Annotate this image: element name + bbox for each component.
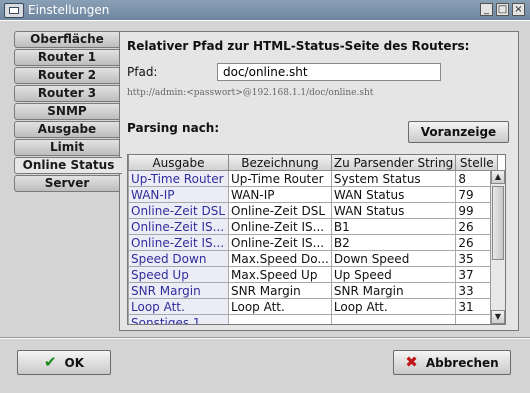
table-row[interactable]: Speed Up Max.Speed Up Up Speed 37 xyxy=(128,266,499,283)
ok-button[interactable]: ✔ OK xyxy=(17,350,111,375)
table-header-row: Ausgabe Bezeichnung Zu Parsender String … xyxy=(128,155,499,171)
table-cell[interactable]: WAN-IP xyxy=(228,186,332,203)
table-cell[interactable]: Online-Zeit IS... xyxy=(128,218,229,235)
table-cell[interactable]: Online-Zeit IS... xyxy=(128,234,229,251)
table-cell[interactable]: Loop Att. xyxy=(330,298,457,315)
table-cell[interactable]: Sonstiges 1 xyxy=(128,314,229,324)
cancel-x-icon: ✖ xyxy=(405,353,418,371)
column-header-stelle[interactable]: Stelle xyxy=(455,155,499,171)
table-cell[interactable]: Down Speed xyxy=(330,250,457,267)
parsing-table: Ausgabe Bezeichnung Zu Parsender String … xyxy=(127,154,506,325)
minimize-button[interactable]: _ xyxy=(480,3,493,16)
column-header-ausgabe[interactable]: Ausgabe xyxy=(128,155,229,171)
scroll-up-icon[interactable]: ▲ xyxy=(491,170,505,184)
footer-divider xyxy=(0,337,530,339)
path-label: Pfad: xyxy=(127,65,158,79)
table-cell[interactable]: Max.Speed Do... xyxy=(228,250,332,267)
table-cell[interactable]: B1 xyxy=(330,218,457,235)
table-cell[interactable]: WAN Status xyxy=(330,202,457,219)
table-cell[interactable]: Speed Down xyxy=(128,250,229,267)
table-cell[interactable] xyxy=(228,314,332,324)
table-cell[interactable]: SNR Margin xyxy=(128,282,229,299)
tab-snmp[interactable]: SNMP xyxy=(14,103,120,120)
table-cell[interactable]: Online-Zeit DSL xyxy=(228,202,332,219)
table-row[interactable]: Loop Att. Loop Att. Loop Att. 31 xyxy=(128,298,499,315)
tab-limit[interactable]: Limit xyxy=(14,139,120,156)
checkmark-icon: ✔ xyxy=(43,353,57,371)
tab-online-status[interactable]: Online Status xyxy=(14,157,122,174)
table-cell[interactable]: WAN Status xyxy=(330,186,457,203)
table-row[interactable]: Online-Zeit IS... Online-Zeit IS... B1 26 xyxy=(128,218,499,235)
table-cell[interactable]: Max.Speed Up xyxy=(228,266,332,283)
table-cell[interactable]: Online-Zeit IS... xyxy=(228,218,332,235)
table-cell[interactable]: Loop Att. xyxy=(228,298,332,315)
table-row[interactable]: Online-Zeit IS... Online-Zeit IS... B2 26 xyxy=(128,234,499,251)
scroll-down-icon[interactable]: ▼ xyxy=(491,310,505,324)
table-cell[interactable]: Online-Zeit IS... xyxy=(228,234,332,251)
table-cell[interactable]: Up-Time Router xyxy=(128,170,229,187)
table-row[interactable]: WAN-IP WAN-IP WAN Status 79 xyxy=(128,186,499,203)
table-cell[interactable]: SNR Margin xyxy=(228,282,332,299)
table-row[interactable]: Online-Zeit DSL Online-Zeit DSL WAN Status… xyxy=(128,202,499,219)
table-cell[interactable]: Online-Zeit DSL xyxy=(128,202,229,219)
path-heading: Relativer Pfad zur HTML-Status-Seite des… xyxy=(127,39,470,53)
table-cell[interactable]: Up Speed xyxy=(330,266,457,283)
tab-oberflaeche[interactable]: Oberfläche xyxy=(14,31,120,48)
table-cell[interactable]: Loop Att. xyxy=(128,298,229,315)
parsing-grid: Ausgabe Bezeichnung Zu Parsender String … xyxy=(128,155,499,324)
ok-label: OK xyxy=(64,356,85,370)
parsing-label: Parsing nach: xyxy=(127,121,220,135)
close-button[interactable]: × xyxy=(512,3,525,16)
table-row[interactable]: SNR Margin SNR Margin SNR Margin 33 xyxy=(128,282,499,299)
tab-router-1[interactable]: Router 1 xyxy=(14,49,120,66)
column-header-bezeichnung[interactable]: Bezeichnung xyxy=(228,155,332,171)
preview-button[interactable]: Voranzeige xyxy=(408,121,509,143)
table-scrollbar[interactable]: ▲ ▼ xyxy=(490,170,505,324)
table-row[interactable]: Up-Time Router Up-Time Router System Statu… xyxy=(128,170,499,187)
table-row[interactable]: Sonstiges 1 xyxy=(128,314,499,324)
table-cell[interactable]: SNR Margin xyxy=(330,282,457,299)
column-header-string[interactable]: Zu Parsender String xyxy=(330,155,457,171)
tab-router-2[interactable]: Router 2 xyxy=(14,67,120,84)
path-input[interactable] xyxy=(217,63,441,81)
table-cell[interactable]: B2 xyxy=(330,234,457,251)
table-cell[interactable] xyxy=(330,314,457,324)
url-hint: http://admin:<passwort>@192.168.1.1/doc/… xyxy=(127,88,374,98)
window-title: Einstellungen xyxy=(28,3,110,17)
window-menu-icon[interactable] xyxy=(4,3,24,18)
cancel-label: Abbrechen xyxy=(425,356,499,370)
tab-router-3[interactable]: Router 3 xyxy=(14,85,120,102)
table-cell[interactable]: System Status xyxy=(330,170,457,187)
title-bar: Einstellungen _ □ × xyxy=(0,0,530,21)
tab-ausgabe[interactable]: Ausgabe xyxy=(14,121,120,138)
table-cell[interactable]: Speed Up xyxy=(128,266,229,283)
cancel-button[interactable]: ✖ Abbrechen xyxy=(393,350,511,375)
maximize-button[interactable]: □ xyxy=(496,3,509,16)
scroll-thumb[interactable] xyxy=(492,186,504,260)
table-cell[interactable]: WAN-IP xyxy=(128,186,229,203)
tab-server[interactable]: Server xyxy=(14,175,120,192)
table-cell[interactable]: Up-Time Router xyxy=(228,170,332,187)
table-row[interactable]: Speed Down Max.Speed Do... Down Speed 35 xyxy=(128,250,499,267)
